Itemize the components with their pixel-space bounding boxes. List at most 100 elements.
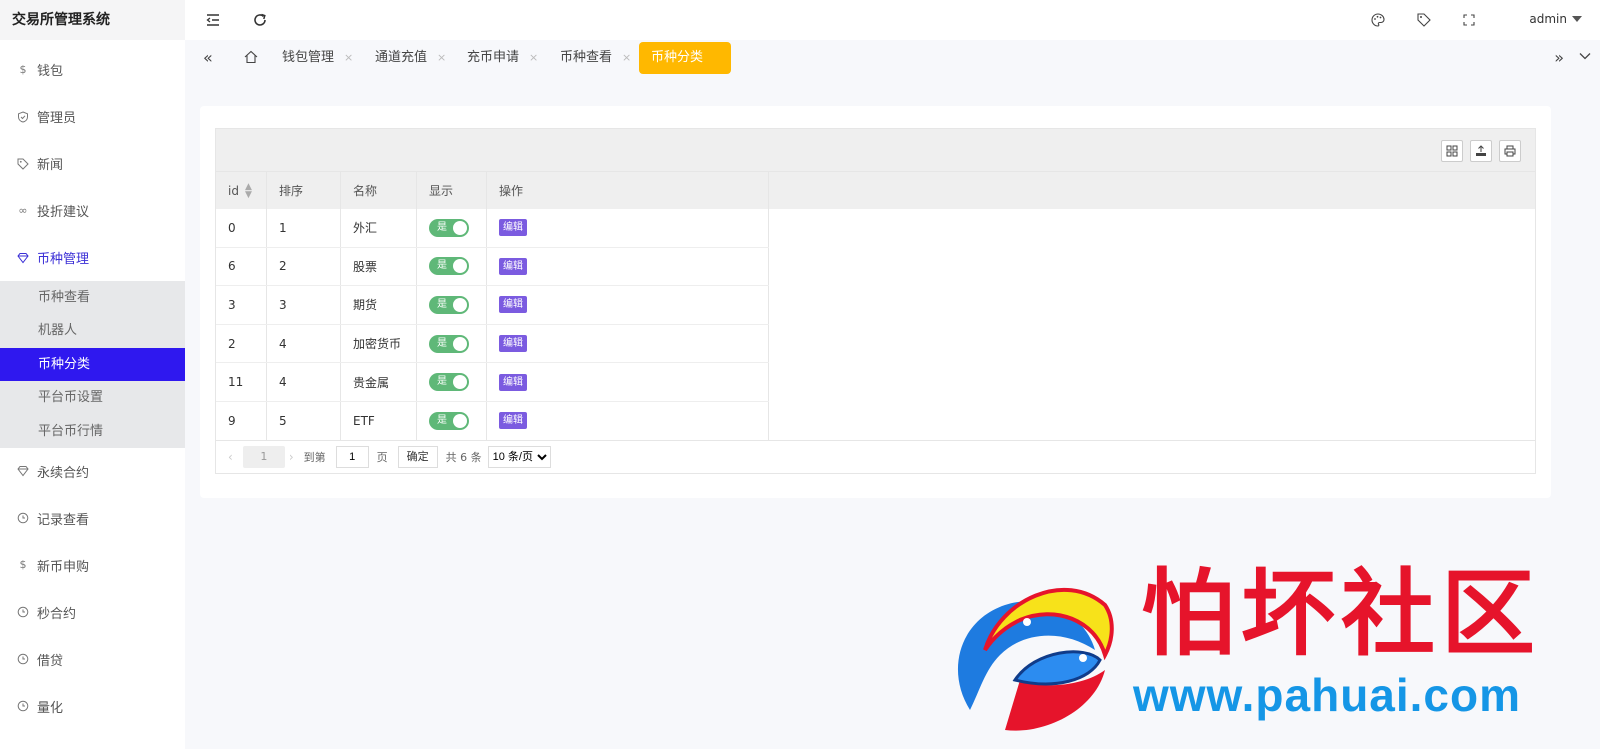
toggle-label: 是	[437, 221, 447, 233]
table-toolbar	[216, 129, 1535, 171]
table-header: id ▲ ▼ 排序 名称 显示 操作	[216, 171, 1535, 209]
close-icon[interactable]: ×	[529, 42, 538, 74]
fullscreen-icon[interactable]	[1461, 12, 1477, 28]
submenu-item-platform-coin-market[interactable]: 平台币行情	[0, 415, 185, 448]
sidebar-item-news[interactable]: 新闻	[0, 140, 185, 187]
cell-operation: 编辑	[487, 247, 769, 286]
page-label: 页	[376, 451, 388, 464]
prev-page-icon[interactable]: ‹	[228, 450, 233, 464]
column-header-operation: 操作	[487, 172, 769, 209]
cell-sort: 4	[267, 363, 341, 401]
sidebar: 交易所管理系统 $ 钱包 管理员 新闻 ∞ 投折建议 币种管理 币种查看 机器人…	[0, 0, 185, 749]
sidebar-item-currency-management[interactable]: 币种管理	[0, 234, 185, 281]
columns-icon[interactable]	[1441, 140, 1463, 162]
sidebar-item-second-contract[interactable]: 秒合约	[0, 589, 185, 636]
edit-button[interactable]: 编辑	[499, 335, 527, 353]
goto-label: 到第	[303, 451, 326, 464]
sidebar-item-quant[interactable]: 量化	[0, 683, 185, 730]
edit-button[interactable]: 编辑	[499, 412, 527, 430]
cell-show: 是	[417, 363, 487, 401]
pagination: ‹ 1 › 到第 页 确定 共 6 条 10 条/页	[216, 440, 1535, 473]
submenu-item-platform-coin-settings[interactable]: 平台币设置	[0, 381, 185, 414]
palette-icon[interactable]	[1370, 12, 1386, 28]
watermark-title: 怕坏社区	[1141, 559, 1542, 669]
sidebar-item-new-coin-subscription[interactable]: $ 新币申购	[0, 542, 185, 589]
cell-show: 是	[417, 324, 487, 363]
username: admin	[1529, 12, 1567, 26]
show-toggle[interactable]: 是	[429, 257, 469, 276]
table-row: 11 4 贵金属 是 编辑	[216, 363, 769, 402]
cell-sort: 1	[267, 209, 341, 247]
tab-deposit-request[interactable]: 充币申请 ×	[467, 42, 557, 74]
menu-fold-icon[interactable]	[205, 12, 221, 28]
cell-sort: 4	[267, 324, 341, 363]
current-page[interactable]: 1	[242, 446, 285, 468]
link-icon: ∞	[18, 203, 28, 217]
edit-button[interactable]: 编辑	[499, 257, 527, 275]
show-toggle[interactable]: 是	[429, 373, 469, 392]
user-menu[interactable]: admin	[1529, 12, 1582, 26]
tab-label: 充币申请	[467, 50, 520, 65]
diamond-icon	[17, 465, 29, 477]
edit-button[interactable]: 编辑	[499, 296, 527, 314]
sidebar-item-label: 投折建议	[37, 205, 90, 220]
refresh-icon[interactable]	[252, 12, 268, 28]
print-icon[interactable]	[1499, 140, 1521, 162]
toggle-knob	[453, 413, 467, 428]
sidebar-item-label: 记录查看	[37, 512, 90, 528]
shield-icon	[17, 110, 29, 123]
clock-icon	[17, 653, 29, 665]
sidebar-item-lending[interactable]: 借贷	[0, 636, 185, 683]
tag-icon[interactable]	[1416, 12, 1432, 28]
sidebar-item-feedback[interactable]: ∞ 投折建议	[0, 187, 185, 234]
app-title: 交易所管理系统	[0, 0, 185, 40]
cell-name: 加密货币	[341, 324, 417, 363]
cell-id: 3	[216, 286, 267, 324]
column-header-id[interactable]: id ▲ ▼	[216, 172, 267, 209]
sort-icon[interactable]: ▲ ▼	[245, 182, 252, 199]
close-icon[interactable]: ×	[344, 42, 353, 74]
goto-page-input[interactable]	[335, 446, 369, 468]
submenu-item-currency-category[interactable]: 币种分类	[0, 347, 185, 382]
cell-show: 是	[417, 209, 487, 247]
caret-down-icon	[1572, 16, 1582, 22]
toggle-label: 是	[437, 337, 447, 349]
sidebar-item-admin[interactable]: 管理员	[0, 93, 185, 140]
edit-button[interactable]: 编辑	[499, 373, 527, 391]
goto-confirm-button[interactable]: 确定	[397, 446, 438, 468]
sidebar-item-records[interactable]: 记录查看	[0, 495, 185, 542]
tab-channel-recharge[interactable]: 通道充值 ×	[375, 42, 465, 74]
edit-button[interactable]: 编辑	[499, 219, 527, 237]
tabs-scroll-right-icon[interactable]: »	[1554, 49, 1564, 67]
cell-name: ETF	[341, 401, 417, 440]
close-icon[interactable]: ×	[622, 42, 631, 74]
table-row: 0 1 外汇 是 编辑	[216, 209, 769, 248]
table-body: 0 1 外汇是编辑 6 2 股票是编辑 3 3 期货是编辑 2 4 加密货币是编辑 11 4 贵金属是编辑 9…	[216, 209, 1535, 441]
close-icon[interactable]: ×	[437, 42, 446, 74]
page-size-select[interactable]: 10 条/页	[487, 446, 551, 468]
toggle-knob	[453, 297, 467, 312]
show-toggle[interactable]: 是	[429, 295, 469, 314]
chevron-down-icon[interactable]	[1578, 49, 1592, 67]
sidebar-item-wallet[interactable]: $ 钱包	[0, 46, 185, 93]
submenu-item-robot[interactable]: 机器人	[0, 314, 185, 347]
submenu-item-currency-view[interactable]: 币种查看	[0, 281, 185, 314]
show-toggle[interactable]: 是	[429, 411, 469, 430]
sidebar-item-perpetual-contract[interactable]: 永续合约	[0, 448, 185, 495]
tab-wallet-management[interactable]: 钱包管理 ×	[282, 42, 372, 74]
watermark-url: www.pahuai.com	[1133, 669, 1522, 721]
export-icon[interactable]	[1470, 140, 1492, 162]
watermark: 怕坏社区 www.pahuai.com	[945, 560, 1585, 740]
sidebar-item-label: 秒合约	[37, 606, 77, 622]
next-page-icon[interactable]: ›	[289, 450, 294, 464]
tab-currency-view[interactable]: 币种查看 ×	[560, 42, 650, 74]
top-bar: admin	[185, 0, 1600, 40]
cell-operation: 编辑	[487, 324, 769, 363]
home-icon[interactable]	[243, 49, 259, 69]
show-toggle[interactable]: 是	[429, 218, 469, 237]
tabs-scroll-left-icon[interactable]: «	[203, 49, 213, 67]
tab-currency-category[interactable]: 币种分类	[639, 42, 731, 74]
total-count: 共 6 条	[445, 451, 482, 464]
table-row: 2 4 加密货币 是 编辑	[216, 324, 769, 364]
show-toggle[interactable]: 是	[429, 334, 469, 353]
